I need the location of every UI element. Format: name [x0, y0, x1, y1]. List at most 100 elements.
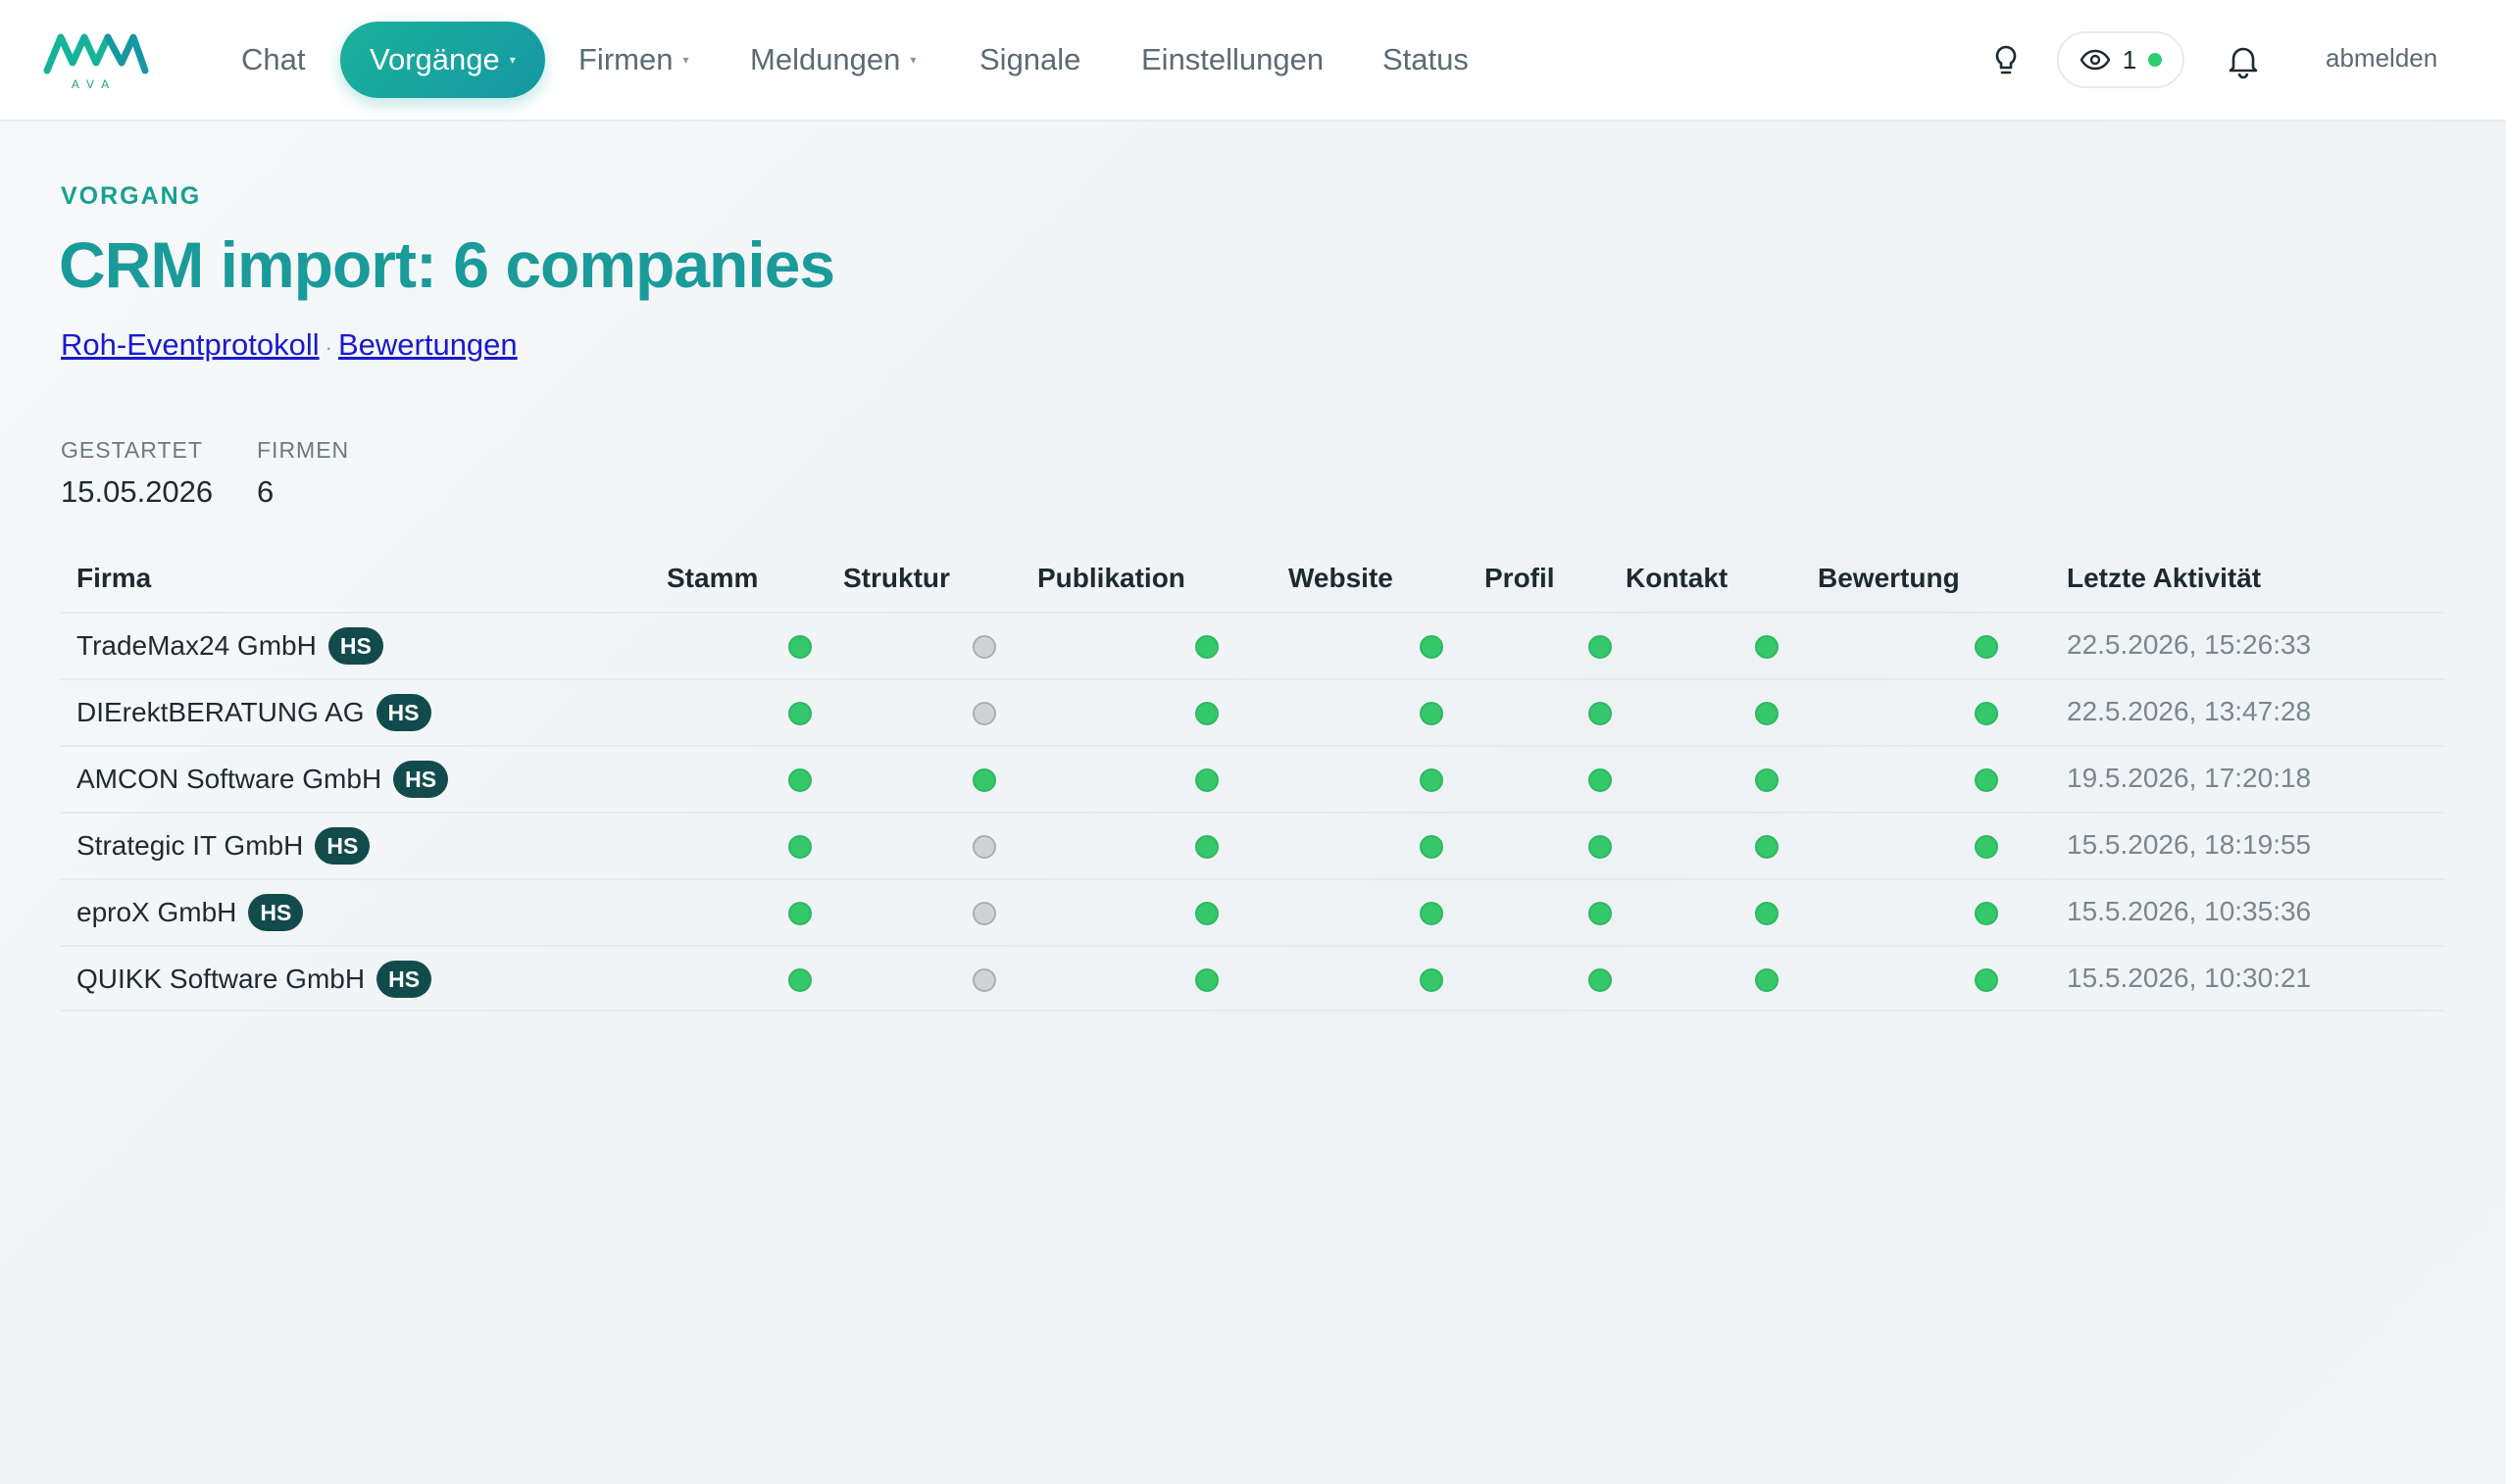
- status-dot-stamm: [788, 635, 812, 659]
- status-dot-struktur: [973, 702, 996, 725]
- lightbulb-icon[interactable]: [1986, 41, 2026, 80]
- last-activity: 22.5.2026, 13:47:28: [2067, 696, 2312, 726]
- last-activity: 15.5.2026, 18:19:55: [2067, 829, 2312, 860]
- status-dot-bewertung: [1975, 835, 1998, 859]
- company-name-text: DIErektBERATUNG AG: [76, 697, 365, 727]
- status-dot-website: [1420, 835, 1443, 859]
- company-name-text: TradeMax24 GmbH: [76, 630, 317, 661]
- status-dot-bewertung: [1975, 902, 1998, 925]
- last-activity: 15.5.2026, 10:30:21: [2067, 963, 2312, 993]
- status-dot-profil: [1588, 835, 1612, 859]
- status-dot-kontakt: [1755, 702, 1779, 725]
- hubspot-badge: HS: [393, 761, 449, 798]
- status-dot-bewertung: [1975, 768, 1998, 792]
- company-name-text: eproX GmbH: [76, 897, 237, 927]
- status-dot-kontakt: [1755, 968, 1779, 992]
- company-name[interactable]: Strategic IT GmbH HS: [76, 827, 371, 865]
- status-dot-stamm: [788, 968, 812, 992]
- top-navigation: AVA Chat Vorgänge ▾ Firmen ▾ Meldungen ▾…: [0, 0, 2506, 122]
- column-header-bewertung[interactable]: Bewertung: [1818, 563, 1960, 594]
- table-row[interactable]: AMCON Software GmbH HS 19.5.2026, 17:20:18: [61, 745, 2445, 812]
- column-header-kontakt[interactable]: Kontakt: [1626, 563, 1728, 594]
- status-dot-kontakt: [1755, 768, 1779, 792]
- column-header-profil[interactable]: Profil: [1484, 563, 1555, 594]
- viewer-count: 1: [2122, 44, 2137, 74]
- status-dot-website: [1420, 968, 1443, 992]
- nav-meldungen[interactable]: Meldungen ▾: [750, 22, 916, 98]
- eye-icon: [2080, 49, 2111, 71]
- online-status-dot: [2148, 53, 2163, 67]
- status-dot-struktur: [973, 835, 996, 859]
- nav-signale[interactable]: Signale: [979, 22, 1080, 98]
- status-dot-publikation: [1195, 902, 1219, 925]
- chevron-down-icon: ▾: [682, 53, 689, 67]
- column-header-publikation[interactable]: Publikation: [1037, 563, 1185, 594]
- status-dot-profil: [1588, 902, 1612, 925]
- nav-chat[interactable]: Chat: [241, 22, 305, 98]
- status-dot-stamm: [788, 835, 812, 859]
- status-dot-kontakt: [1755, 635, 1779, 659]
- company-name[interactable]: eproX GmbH HS: [76, 894, 304, 931]
- bell-icon[interactable]: [2224, 41, 2263, 80]
- status-dot-stamm: [788, 702, 812, 725]
- status-dot-publikation: [1195, 635, 1219, 659]
- column-header-website[interactable]: Website: [1288, 563, 1393, 594]
- viewer-indicator[interactable]: 1: [2057, 31, 2184, 88]
- ava-logo[interactable]: AVA: [43, 27, 153, 90]
- nav-chat-label: Chat: [241, 42, 306, 76]
- nav-firmen[interactable]: Firmen ▾: [578, 22, 688, 98]
- table-row[interactable]: eproX GmbH HS 15.5.2026, 10:35:36: [61, 878, 2445, 945]
- last-activity: 19.5.2026, 17:20:18: [2067, 763, 2312, 793]
- status-dot-website: [1420, 768, 1443, 792]
- status-dot-struktur: [973, 902, 996, 925]
- column-header-struktur[interactable]: Struktur: [843, 563, 950, 594]
- logout-link[interactable]: abmelden: [2326, 43, 2437, 74]
- nav-status[interactable]: Status: [1382, 22, 1469, 98]
- started-value: 15.05.2026: [61, 474, 214, 509]
- status-dot-kontakt: [1755, 902, 1779, 925]
- status-dot-profil: [1588, 968, 1612, 992]
- table-row[interactable]: DIErektBERATUNG AG HS 22.5.2026, 13:47:28: [61, 678, 2445, 745]
- started-label: GESTARTET: [61, 437, 203, 463]
- status-dot-website: [1420, 635, 1443, 659]
- column-header-stamm[interactable]: Stamm: [667, 563, 758, 594]
- page-title: CRM import: 6 companies: [59, 228, 835, 301]
- nav-vorgaenge[interactable]: Vorgänge ▾: [340, 22, 545, 98]
- status-dot-struktur: [973, 768, 996, 792]
- raw-event-log-link[interactable]: Roh-Eventprotokoll: [61, 327, 320, 362]
- table-row[interactable]: Strategic IT GmbH HS 15.5.2026, 18:19:55: [61, 812, 2445, 878]
- company-name[interactable]: QUIKK Software GmbH HS: [76, 961, 432, 998]
- last-activity: 15.5.2026, 10:35:36: [2067, 896, 2312, 926]
- status-dot-publikation: [1195, 968, 1219, 992]
- hubspot-badge: HS: [376, 961, 432, 998]
- column-header-letzte-aktivitaet[interactable]: Letzte Aktivität: [2067, 563, 2261, 594]
- hubspot-badge: HS: [315, 827, 371, 865]
- column-header-firma[interactable]: Firma: [76, 563, 151, 594]
- status-dot-publikation: [1195, 768, 1219, 792]
- table-row[interactable]: TradeMax24 GmbH HS 22.5.2026, 15:26:33: [61, 612, 2445, 678]
- status-dot-bewertung: [1975, 635, 1998, 659]
- nav-firmen-label: Firmen: [578, 42, 674, 76]
- nav-einstellungen[interactable]: Einstellungen: [1141, 22, 1324, 98]
- page-links: Roh-Eventprotokoll · Bewertungen: [61, 327, 518, 363]
- status-dot-bewertung: [1975, 702, 1998, 725]
- nav-einstellungen-label: Einstellungen: [1141, 42, 1325, 76]
- companies-label: FIRMEN: [257, 437, 350, 463]
- status-dot-struktur: [973, 968, 996, 992]
- status-dot-profil: [1588, 635, 1612, 659]
- company-name-text: QUIKK Software GmbH: [76, 964, 366, 994]
- company-name[interactable]: AMCON Software GmbH HS: [76, 761, 449, 798]
- last-activity: 22.5.2026, 15:26:33: [2067, 629, 2312, 660]
- company-name[interactable]: TradeMax24 GmbH HS: [76, 627, 383, 665]
- company-name-text: AMCON Software GmbH: [76, 764, 382, 794]
- table-row[interactable]: QUIKK Software GmbH HS 15.5.2026, 10:30:21: [61, 945, 2445, 1012]
- status-dot-profil: [1588, 768, 1612, 792]
- company-name[interactable]: DIErektBERATUNG AG HS: [76, 694, 431, 731]
- company-name-text: Strategic IT GmbH: [76, 830, 304, 861]
- hubspot-badge: HS: [248, 894, 304, 931]
- status-dot-struktur: [973, 635, 996, 659]
- page-eyebrow: VORGANG: [61, 182, 202, 210]
- status-dot-website: [1420, 902, 1443, 925]
- ratings-link[interactable]: Bewertungen: [338, 327, 518, 362]
- nav-status-label: Status: [1382, 42, 1469, 76]
